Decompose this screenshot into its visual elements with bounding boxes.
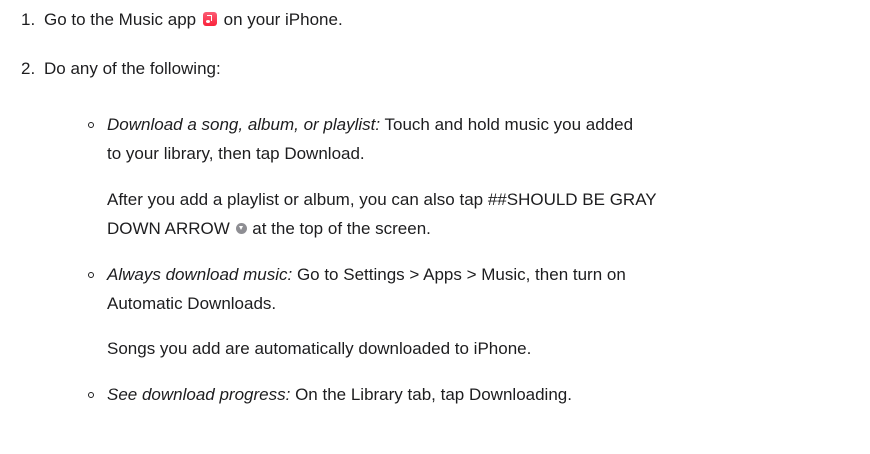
step-1-number: 1. xyxy=(21,10,36,29)
gray-down-arrow-icon xyxy=(235,223,247,234)
option-2-text: Go to Settings > Apps > Music, then turn… xyxy=(296,265,626,284)
option-3-title: See download progress: xyxy=(107,385,291,404)
option-1-line-1: Download a song, album, or playlist: Tou… xyxy=(107,114,633,136)
option-1-text: Touch and hold music you added xyxy=(384,115,634,134)
step-1: 1. Go to the Music app on your iPhone. xyxy=(0,9,870,31)
option-3-text: On the Library tab, tap Downloading. xyxy=(295,385,572,404)
option-2-line-2: Automatic Downloads. xyxy=(107,294,277,313)
option-2-note-line-1: Songs you add are automatically download… xyxy=(107,339,532,358)
option-1-note-text-before: DOWN ARROW xyxy=(107,219,230,238)
option-2-line-1: Always download music: Go to Settings > … xyxy=(107,264,626,286)
option-3-line-1: See download progress: On the Library ta… xyxy=(107,384,572,406)
option-2-title: Always download music: xyxy=(107,265,293,284)
step-2-text: Do any of the following: xyxy=(44,59,221,78)
bullet-option-2 xyxy=(88,272,94,278)
step-2: 2. Do any of the following: xyxy=(0,58,870,80)
step-1-text-before: Go to the Music app xyxy=(44,10,197,29)
music-app-icon xyxy=(202,12,217,26)
bullet-option-1 xyxy=(88,122,94,128)
step-2-number: 2. xyxy=(21,59,36,78)
option-1-title: Download a song, album, or playlist: xyxy=(107,115,381,134)
step-1-text-after: on your iPhone. xyxy=(223,10,343,29)
option-1-note-line-1: After you add a playlist or album, you c… xyxy=(107,190,657,209)
step-1-text: Go to the Music app on your iPhone. xyxy=(44,9,343,31)
bullet-option-3 xyxy=(88,392,94,398)
option-1-note-text-after: at the top of the screen. xyxy=(252,219,431,238)
option-1-line-2: to your library, then tap Download. xyxy=(107,144,365,163)
option-1-note-line-2: DOWN ARROW at the top of the screen. xyxy=(107,218,431,240)
